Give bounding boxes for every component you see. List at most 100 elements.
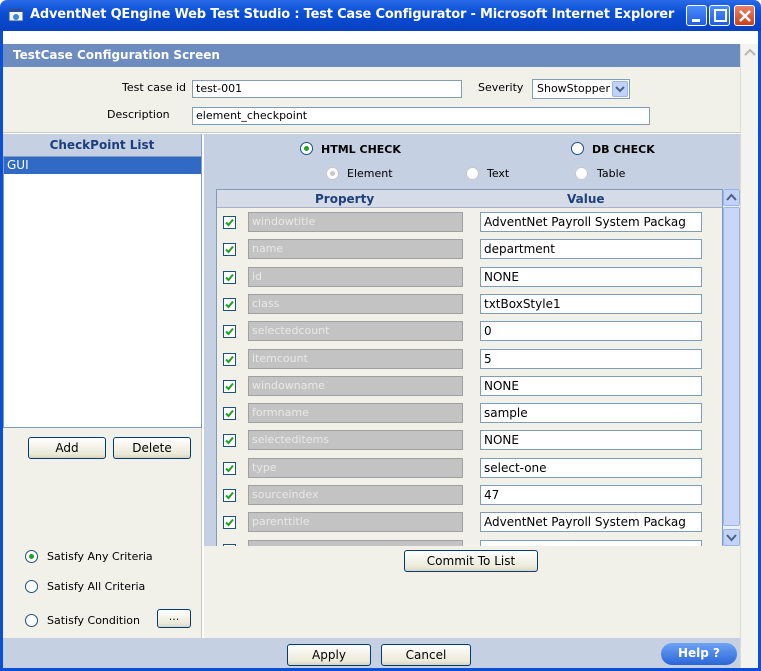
table-row: selectedcount 0 <box>217 318 722 345</box>
value-field[interactable]: sample <box>480 403 702 424</box>
html-check-radio[interactable] <box>300 142 313 155</box>
table-row: sourceindex 47 <box>217 482 722 509</box>
satisfy-any-radio[interactable] <box>25 550 38 563</box>
add-button[interactable]: Add <box>28 437 106 459</box>
table-row: windowtitle AdventNet Payroll System Pack… <box>217 209 722 236</box>
window-scrollbar[interactable] <box>740 44 758 668</box>
property-field: name <box>248 239 463 260</box>
chevron-up-icon <box>744 48 756 56</box>
maximize-icon <box>714 9 727 22</box>
testcase-id-label: Test case id <box>122 81 186 94</box>
table-row: itemcount 5 <box>217 346 722 373</box>
maximize-button[interactable] <box>709 5 730 26</box>
row-checkbox[interactable] <box>223 270 236 284</box>
checkmark-icon <box>225 519 234 527</box>
testcase-form: Test case id test-001 Severity ShowStopp… <box>3 67 740 133</box>
value-field[interactable]: 0 <box>480 321 702 342</box>
table-row: selecteditems NONE <box>217 427 722 454</box>
row-checkbox[interactable] <box>223 297 236 311</box>
table-row: class txtBoxStyle1 <box>217 291 722 318</box>
element-label: Element <box>347 167 393 180</box>
property-field: selecteditems <box>248 430 463 451</box>
row-checkbox[interactable] <box>223 461 236 475</box>
table-row: id NONE <box>217 264 722 291</box>
property-field: type <box>248 457 463 478</box>
value-field[interactable]: NONE <box>480 266 702 287</box>
chevron-down-icon <box>612 81 628 97</box>
value-field[interactable]: AdventNet Payroll System Packag <box>480 512 702 533</box>
row-checkbox[interactable] <box>223 489 236 502</box>
title-bar: AdventNet QEngine Web Test Studio : Test… <box>0 0 761 31</box>
text-label: Text <box>487 167 510 180</box>
checkmark-icon <box>225 491 234 500</box>
value-field[interactable]: 5 <box>480 348 702 369</box>
property-grid: Property Value windowtitle AdventNet Payr… <box>216 189 723 547</box>
help-button[interactable]: Help ? <box>661 643 737 665</box>
html-check-label: HTML CHECK <box>321 143 401 156</box>
apply-button[interactable]: Apply <box>287 644 371 666</box>
list-item[interactable]: GUI <box>4 157 201 174</box>
db-check-radio[interactable] <box>571 142 584 155</box>
delete-button[interactable]: Delete <box>113 437 191 459</box>
checkmark-icon <box>225 218 234 227</box>
scroll-up-button[interactable] <box>723 189 740 206</box>
description-field[interactable]: element_checkpoint <box>192 107 650 125</box>
severity-label: Severity <box>478 81 524 94</box>
value-field[interactable]: NONE <box>480 430 702 451</box>
chevron-up-icon <box>726 193 737 201</box>
footer-bar <box>3 638 740 668</box>
checkmark-icon <box>225 464 234 473</box>
property-field: windowtitle <box>248 212 463 232</box>
value-field[interactable]: NONE <box>480 375 702 396</box>
row-checkbox[interactable] <box>223 407 236 421</box>
value-field[interactable]: 47 <box>480 485 702 505</box>
row-checkbox[interactable] <box>223 325 236 339</box>
property-field: formname <box>248 403 463 424</box>
row-checkbox[interactable] <box>223 352 236 366</box>
property-field: id <box>248 266 463 287</box>
chevron-down-icon <box>726 534 737 542</box>
grid-scrollbar[interactable] <box>723 189 740 547</box>
checkmark-icon <box>225 437 234 445</box>
row-checkbox[interactable] <box>223 243 236 257</box>
window-title: AdventNet QEngine Web Test Studio : Test… <box>30 7 675 22</box>
row-checkbox[interactable] <box>223 216 236 229</box>
property-column-header: Property <box>315 192 375 206</box>
text-radio[interactable] <box>466 167 479 180</box>
value-field[interactable]: AdventNet Payroll System Packag <box>480 212 702 232</box>
scroll-thumb[interactable] <box>723 207 740 526</box>
commit-to-list-button[interactable]: Commit To List <box>404 550 538 572</box>
condition-editor-button[interactable]: ... <box>157 609 191 628</box>
satisfy-condition-radio[interactable] <box>25 614 38 627</box>
table-row: formname sample <box>217 400 722 427</box>
table-label: Table <box>597 167 626 180</box>
severity-select[interactable]: ShowStopper <box>532 79 630 99</box>
property-field: class <box>248 293 463 314</box>
minimize-button[interactable] <box>686 5 707 26</box>
close-button[interactable] <box>734 5 755 26</box>
testcase-id-field[interactable]: test-001 <box>192 80 462 98</box>
value-field[interactable]: department <box>480 239 702 260</box>
description-label: Description <box>107 108 170 121</box>
value-column-header: Value <box>567 192 605 206</box>
criteria-panel <box>3 428 202 638</box>
table-radio[interactable] <box>575 167 588 180</box>
checkpoint-list[interactable]: GUI <box>3 156 202 428</box>
row-checkbox[interactable] <box>223 434 236 448</box>
row-checkbox[interactable] <box>223 379 236 393</box>
table-row: name department <box>217 236 722 263</box>
checkmark-icon <box>225 273 234 282</box>
satisfy-all-radio[interactable] <box>25 580 38 593</box>
close-icon <box>739 10 751 22</box>
value-field[interactable]: select-one <box>480 457 702 478</box>
scroll-down-button[interactable] <box>723 529 740 546</box>
element-radio[interactable] <box>326 167 339 180</box>
severity-value: ShowStopper <box>537 82 610 95</box>
checkmark-icon <box>225 300 234 309</box>
checkmark-icon <box>225 409 234 418</box>
page-title: TestCase Configuration Screen <box>3 44 740 67</box>
internet-explorer-icon <box>8 8 24 22</box>
value-field[interactable]: txtBoxStyle1 <box>480 293 702 314</box>
cancel-button[interactable]: Cancel <box>381 644 471 666</box>
row-checkbox[interactable] <box>223 516 236 530</box>
